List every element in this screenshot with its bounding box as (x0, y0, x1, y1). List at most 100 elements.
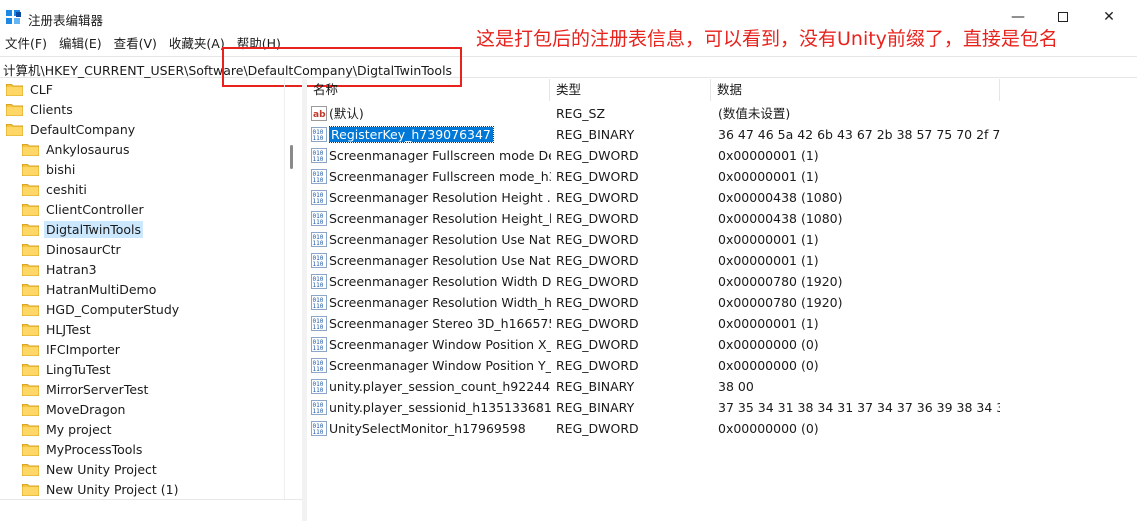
tree-item[interactable]: LingTuTest (22, 359, 113, 379)
binary-value-icon: 010 110 (311, 379, 327, 394)
column-header-data[interactable]: 数据 (711, 79, 1000, 101)
folder-icon (22, 363, 39, 376)
value-name-text: Screenmanager Resolution Height_h... (329, 211, 551, 226)
value-name-text: Screenmanager Resolution Height ... (329, 190, 551, 205)
folder-icon (22, 463, 39, 476)
svg-text:110: 110 (313, 429, 324, 436)
folder-icon (22, 443, 39, 456)
tree-scroll-thumb[interactable] (290, 145, 293, 169)
value-row[interactable]: 010 110 Screenmanager Resolution Width D..… (307, 271, 1137, 292)
tree-item[interactable]: MyProcessTools (22, 439, 144, 459)
menu-view[interactable]: 查看(V) (108, 34, 163, 54)
value-data: 0x00000438 (1080) (718, 211, 843, 226)
tree-item[interactable]: Hatran3 (22, 259, 99, 279)
value-type: REG_BINARY (556, 379, 635, 394)
address-bar[interactable]: 计算机\HKEY_CURRENT_USER\Software\DefaultCo… (0, 56, 1137, 78)
value-name-text: Screenmanager Resolution Width D... (329, 274, 551, 289)
tree-item-label: Hatran3 (46, 261, 97, 277)
tree-item[interactable]: CLF (6, 79, 55, 99)
tree-item-label: IFCImporter (46, 341, 120, 357)
window-title: 注册表编辑器 (28, 13, 104, 28)
column-header-name[interactable]: 名称 (307, 79, 550, 101)
value-data: 0x00000001 (1) (718, 232, 819, 247)
value-row[interactable]: 010 110 Screenmanager Window Position X_..… (307, 334, 1137, 355)
tree-item[interactable]: Ankylosaurus (22, 139, 131, 159)
binary-value-icon: 010 110 (311, 190, 327, 205)
tree-item[interactable]: DefaultCompany (6, 119, 137, 139)
folder-icon (22, 323, 39, 336)
tree-item-label: Ankylosaurus (46, 141, 130, 157)
value-row[interactable]: 010 110 unity.player_sessionid_h1351336811… (307, 397, 1137, 418)
value-data: 0x00000780 (1920) (718, 295, 843, 310)
value-name-text: RegisterKey_h739076347 (329, 126, 494, 143)
value-type: REG_DWORD (556, 337, 639, 352)
column-header-type[interactable]: 类型 (550, 79, 711, 101)
menu-file[interactable]: 文件(F) (0, 34, 53, 54)
value-name-text: Screenmanager Fullscreen mode De... (329, 148, 551, 163)
tree-horizontal-scrollbar[interactable] (0, 499, 302, 521)
value-type: REG_DWORD (556, 316, 639, 331)
value-row[interactable]: 010 110 Screenmanager Fullscreen mode De..… (307, 145, 1137, 166)
tree-item[interactable]: bishi (22, 159, 77, 179)
value-type: REG_DWORD (556, 421, 639, 436)
value-row[interactable]: ab (默认) REG_SZ (数值未设置) (307, 103, 1137, 124)
binary-value-icon: 010 110 (311, 253, 327, 268)
tree-item[interactable]: New Unity Project (22, 459, 159, 479)
svg-text:110: 110 (313, 324, 324, 331)
value-data: 37 35 34 31 38 34 31 37 34 37 36 39 38 3… (718, 400, 1000, 415)
tree-item[interactable]: DinosaurCtr (22, 239, 123, 259)
registry-editor-icon (6, 10, 21, 24)
tree-item[interactable]: ceshiti (22, 179, 89, 199)
value-row[interactable]: 010 110 Screenmanager Resolution Use Nati.… (307, 250, 1137, 271)
value-name: Screenmanager Resolution Height_h... (329, 208, 551, 229)
folder-icon (22, 163, 39, 176)
key-tree: CLF Clients DefaultCompany Ankylosaurus bish… (0, 79, 284, 499)
value-row[interactable]: 010 110 Screenmanager Resolution Height ..… (307, 187, 1137, 208)
value-row[interactable]: 010 110 unity.player_session_count_h922449… (307, 376, 1137, 397)
value-row[interactable]: 010 110 Screenmanager Fullscreen mode_h3..… (307, 166, 1137, 187)
tree-item-label: DinosaurCtr (46, 241, 121, 257)
value-row[interactable]: 010 110 Screenmanager Window Position Y_..… (307, 355, 1137, 376)
value-name-text: Screenmanager Window Position Y_... (329, 358, 551, 373)
tree-item[interactable]: My project (22, 419, 114, 439)
value-row[interactable]: 010 110 UnitySelectMonitor_h17969598 REG_DW… (307, 418, 1137, 439)
tree-item[interactable]: DigtalTwinTools (22, 219, 144, 239)
value-data: 0x00000001 (1) (718, 253, 819, 268)
value-name: Screenmanager Window Position Y_... (329, 355, 551, 376)
tree-item[interactable]: MoveDragon (22, 399, 127, 419)
value-row[interactable]: 010 110 Screenmanager Stereo 3D_h166575...… (307, 313, 1137, 334)
tree-item[interactable]: HLJTest (22, 319, 93, 339)
tree-item[interactable]: New Unity Project (1) (22, 479, 181, 499)
tree-item[interactable]: HatranMultiDemo (22, 279, 158, 299)
value-type: REG_DWORD (556, 232, 639, 247)
folder-icon (22, 343, 39, 356)
tree-item[interactable]: MirrorServerTest (22, 379, 150, 399)
svg-text:110: 110 (313, 198, 324, 205)
value-type: REG_BINARY (556, 400, 635, 415)
value-row[interactable]: 010 110 Screenmanager Resolution Width_h..… (307, 292, 1137, 313)
tree-item[interactable]: Clients (6, 99, 75, 119)
menu-favorites[interactable]: 收藏夹(A) (163, 34, 231, 54)
folder-icon (22, 223, 39, 236)
tree-item[interactable]: ClientController (22, 199, 146, 219)
value-data: 0x00000001 (1) (718, 169, 819, 184)
value-name-text: unity.player_session_count_h922449... (329, 379, 551, 394)
value-type: REG_DWORD (556, 211, 639, 226)
tree-item-label: New Unity Project (46, 461, 157, 477)
tree-item[interactable]: HGD_ComputerStudy (22, 299, 181, 319)
value-row[interactable]: 010 110 Screenmanager Resolution Use Nati.… (307, 229, 1137, 250)
menu-edit[interactable]: 编辑(E) (53, 34, 108, 54)
tree-item-label: CLF (30, 81, 53, 97)
value-type: REG_DWORD (556, 190, 639, 205)
value-name-text: Screenmanager Window Position X_... (329, 337, 551, 352)
tree-vertical-scrollbar[interactable] (284, 79, 300, 499)
svg-text:110: 110 (313, 366, 324, 373)
binary-value-icon: 010 110 (311, 169, 327, 184)
svg-text:110: 110 (313, 240, 324, 247)
value-name: Screenmanager Resolution Width D... (329, 271, 551, 292)
tree-item[interactable]: IFCImporter (22, 339, 122, 359)
value-row[interactable]: 010 110 Screenmanager Resolution Height_h.… (307, 208, 1137, 229)
binary-value-icon: 010 110 (311, 232, 327, 247)
close-button[interactable]: ✕ (1086, 0, 1132, 34)
value-row[interactable]: 010 110 RegisterKey_h739076347 REG_BINARY 36… (307, 124, 1137, 145)
